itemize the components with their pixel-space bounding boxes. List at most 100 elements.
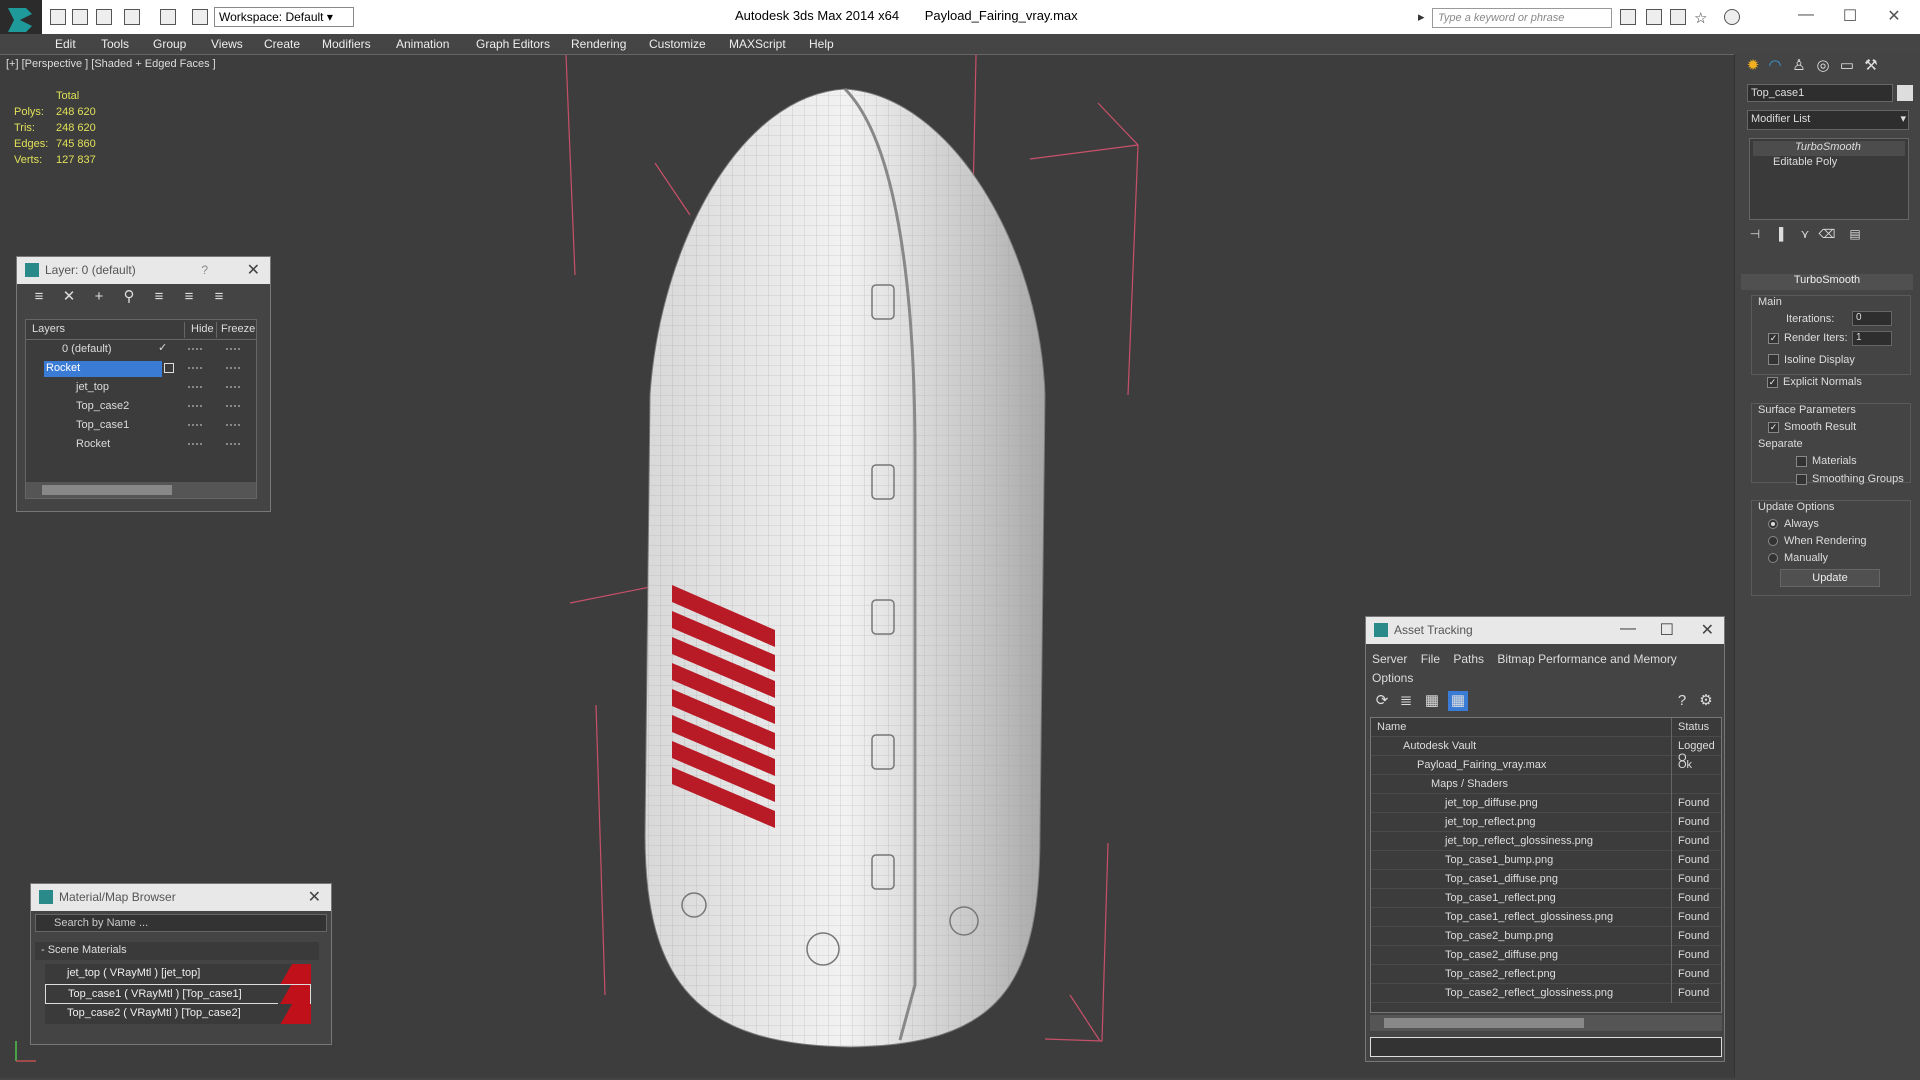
column-hide[interactable]: Hide [184,322,216,338]
scrollbar-thumb[interactable] [42,485,172,495]
material-item-selected[interactable]: Top_case1 ( VRayMtl ) [Top_case1] [45,984,311,1005]
separate-smoothing-groups-checkbox[interactable] [1796,474,1807,485]
asset-row[interactable]: Top_case2_diffuse.png Found [1371,946,1721,965]
freeze-all-icon[interactable]: ≡ [209,287,229,307]
stack-item-turbosmooth[interactable]: TurboSmooth [1753,141,1905,156]
utilities-tab-icon[interactable]: ⚒ [1861,56,1881,76]
asset-row[interactable]: Top_case2_reflect_glossiness.png Found [1371,984,1721,1003]
column-status[interactable]: Status [1671,718,1709,737]
table-view-icon[interactable]: ▦ [1448,691,1468,711]
update-when-rendering-radio[interactable] [1768,536,1778,546]
menu-animation[interactable]: Animation [396,37,449,51]
material-browser-titlebar[interactable]: Material/Map Browser ✕ [31,884,331,911]
modifier-list-dropdown[interactable]: Modifier List ▾ [1747,110,1909,130]
asset-row[interactable]: Top_case2_bump.png Found [1371,927,1721,946]
asset-path-field[interactable] [1370,1037,1722,1057]
create-layer-icon[interactable]: ≡ [29,287,49,307]
freeze-toggle[interactable] [226,424,240,426]
close-window-button[interactable]: ✕ [1874,6,1914,26]
undo-icon[interactable] [124,9,140,25]
layer-row-selected[interactable]: Rocket [26,359,256,378]
favorites-star-icon[interactable]: ☆ [1694,9,1710,27]
hide-toggle[interactable] [188,405,202,407]
smooth-result-checkbox[interactable]: ✓ [1768,422,1779,433]
pin-stack-icon[interactable]: ⊣ [1745,224,1765,244]
project-folder-icon[interactable] [192,9,208,25]
freeze-toggle[interactable] [226,367,240,369]
freeze-toggle[interactable] [226,348,240,350]
turbosmooth-rollout-header[interactable]: TurboSmooth [1741,274,1913,290]
binoculars-icon[interactable] [1620,9,1636,25]
layer-object-row[interactable]: Top_case2 [26,397,256,416]
menu-group[interactable]: Group [153,37,186,51]
layer-object-row[interactable]: Top_case1 [26,416,256,435]
asset-settings-icon[interactable]: ⚙ [1696,691,1716,711]
search-expand-icon[interactable]: ▸ [1418,9,1428,25]
menu-edit[interactable]: Edit [55,37,76,51]
update-button[interactable]: Update [1780,569,1880,587]
stack-item-editable-poly[interactable]: Editable Poly [1753,156,1905,171]
asset-minimize-button[interactable]: — [1620,620,1636,638]
asset-close-button[interactable]: ✕ [1701,620,1714,640]
remove-modifier-icon[interactable]: ⌫ [1817,224,1837,244]
hide-toggle[interactable] [188,386,202,388]
hide-all-icon[interactable]: ≡ [179,287,199,307]
material-item[interactable]: jet_top ( VRayMtl ) [jet_top] [45,964,311,984]
asset-menu-file[interactable]: File [1421,652,1440,666]
asset-row[interactable]: Top_case1_bump.png Found [1371,851,1721,870]
layer-window-titlebar[interactable]: Layer: 0 (default) ? ✕ [17,257,270,284]
show-end-result-icon[interactable]: ▐ [1769,224,1789,244]
save-file-icon[interactable] [96,9,112,25]
asset-row[interactable]: Top_case1_reflect.png Found [1371,889,1721,908]
asset-menu-server[interactable]: Server [1372,652,1407,666]
menu-modifiers[interactable]: Modifiers [322,37,371,51]
help-icon[interactable] [1724,9,1740,25]
menu-views[interactable]: Views [211,37,243,51]
highlight-layer-icon[interactable]: ≡ [149,287,169,307]
column-layers[interactable]: Layers [30,322,67,338]
render-iters-checkbox[interactable]: ✓ [1768,333,1779,344]
menu-tools[interactable]: Tools [101,37,129,51]
layer-help-button[interactable]: ? [201,263,208,277]
iterations-spinner[interactable]: 0 [1852,311,1892,326]
display-tab-icon[interactable]: ▭ [1837,56,1857,76]
explicit-normals-checkbox[interactable]: ✓ [1767,377,1778,388]
separate-materials-checkbox[interactable] [1796,456,1807,467]
scrollbar-thumb[interactable] [1384,1018,1584,1028]
add-to-layer-icon[interactable]: + [89,287,109,307]
update-manually-radio[interactable] [1768,553,1778,563]
asset-row[interactable]: jet_top_reflect_glossiness.png Found [1371,832,1721,851]
layer-window-close-button[interactable]: ✕ [247,260,260,280]
column-name[interactable]: Name [1377,721,1406,733]
maximize-window-button[interactable]: ☐ [1830,6,1870,26]
layer-set-current-box[interactable] [164,363,174,373]
workspace-dropdown[interactable]: Workspace: Default ▾ [214,7,354,27]
menu-graph-editors[interactable]: Graph Editors [476,37,550,51]
isoline-display-checkbox[interactable] [1768,354,1779,365]
communication-icon[interactable] [1670,9,1686,25]
freeze-toggle[interactable] [226,386,240,388]
asset-menu-paths[interactable]: Paths [1453,652,1484,666]
asset-menu-options[interactable]: Options [1372,671,1413,685]
subscription-key-icon[interactable] [1646,9,1662,25]
menu-create[interactable]: Create [264,37,300,51]
minimize-window-button[interactable]: — [1786,6,1826,26]
layer-object-row[interactable]: jet_top [26,378,256,397]
asset-row[interactable]: Top_case1_reflect_glossiness.png Found [1371,908,1721,927]
asset-row[interactable]: jet_top_diffuse.png Found [1371,794,1721,813]
layer-row[interactable]: 0 (default) ✓ [26,340,256,359]
redo-icon[interactable] [160,9,176,25]
hierarchy-tab-icon[interactable]: ♙ [1789,56,1809,76]
asset-row[interactable]: Payload_Fairing_vray.max Ok [1371,756,1721,775]
asset-menu-bitmap-performance[interactable]: Bitmap Performance and Memory [1497,652,1676,666]
freeze-toggle[interactable] [226,443,240,445]
hide-toggle[interactable] [188,367,202,369]
hide-toggle[interactable] [188,443,202,445]
new-file-icon[interactable] [50,9,66,25]
asset-tracking-titlebar[interactable]: Asset Tracking — ☐ ✕ [1366,617,1724,644]
open-file-icon[interactable] [72,9,88,25]
asset-row[interactable]: Top_case1_diffuse.png Found [1371,870,1721,889]
hide-toggle[interactable] [188,348,202,350]
delete-layer-icon[interactable]: ✕ [59,287,79,307]
keyword-search-input[interactable]: Type a keyword or phrase [1432,8,1612,28]
